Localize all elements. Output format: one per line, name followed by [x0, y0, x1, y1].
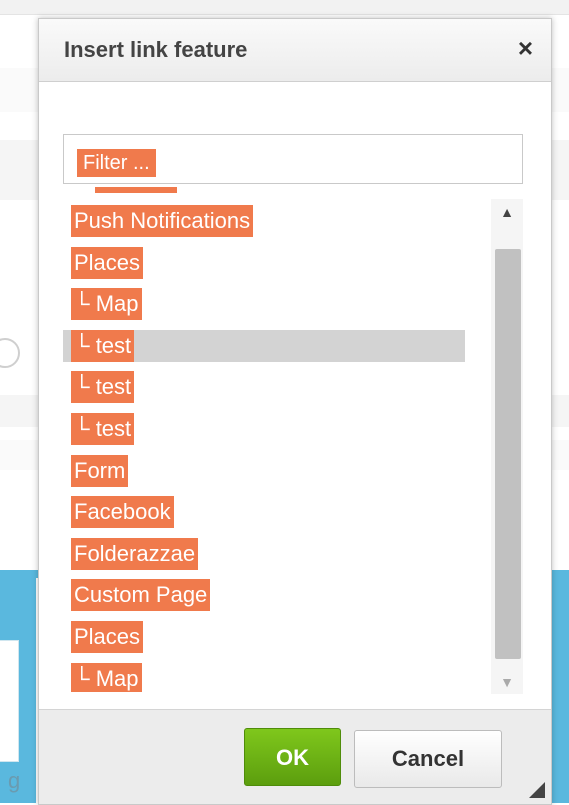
list-item-label: Push Notifications — [71, 205, 254, 237]
list-item-label: Places — [71, 247, 144, 279]
ok-button[interactable]: OK — [244, 728, 341, 786]
list-item-label: └ test — [71, 330, 135, 362]
background-top-bar — [0, 0, 569, 15]
list-item-label: Form — [71, 455, 129, 487]
list-item-selected[interactable]: └ test — [63, 330, 465, 362]
list-item[interactable]: └ test — [63, 371, 465, 403]
scroll-down-icon[interactable]: ▼ — [491, 669, 523, 695]
feature-list[interactable]: Push Notifications Places └ Map └ test └ tes… — [63, 187, 523, 692]
list-item-label: Custom Page — [71, 579, 211, 611]
list-item[interactable]: Custom Page — [63, 579, 465, 611]
list-item-label: Facebook — [71, 496, 174, 528]
list-item[interactable]: └ Map — [63, 288, 465, 320]
scroll-thumb[interactable] — [495, 249, 521, 659]
list-item[interactable]: Places — [63, 621, 465, 653]
scroll-up-icon[interactable]: ▲ — [491, 199, 523, 225]
list-item[interactable]: Places — [63, 247, 465, 279]
list-item[interactable]: └ test — [63, 413, 465, 445]
list-item[interactable]: Folderazzae — [63, 538, 465, 570]
list-item-label: └ Map — [71, 663, 142, 692]
list-item-label: └ Map — [71, 288, 142, 320]
list-item-label: Places — [71, 621, 144, 653]
background-panel-inner — [0, 640, 19, 762]
cancel-button[interactable]: Cancel — [354, 730, 502, 788]
dialog-header: Insert link feature × — [39, 19, 551, 82]
list-item[interactable]: Facebook — [63, 496, 465, 528]
list-item[interactable]: Push Notifications — [63, 205, 465, 237]
list-item-label: └ test — [71, 371, 135, 403]
background-text-fragment: g — [8, 768, 21, 793]
insert-link-dialog: Insert link feature × Filter ... Push No… — [38, 18, 552, 805]
dialog-footer: OK Cancel — [39, 709, 551, 804]
list-item-label: └ test — [71, 413, 135, 445]
dialog-title: Insert link feature — [64, 37, 248, 62]
list-item-label: Folderazzae — [71, 538, 199, 570]
list-item[interactable]: Form — [63, 455, 465, 487]
list-item-partial — [95, 187, 177, 193]
filter-placeholder: Filter ... — [77, 149, 156, 177]
list-item[interactable]: └ Map — [63, 663, 465, 692]
resize-handle-icon[interactable] — [529, 782, 545, 798]
close-icon[interactable]: × — [518, 35, 533, 61]
list-scrollbar[interactable]: ▲ ▼ — [491, 199, 523, 694]
background-panel-right — [552, 578, 569, 803]
background-radio[interactable] — [0, 338, 20, 368]
